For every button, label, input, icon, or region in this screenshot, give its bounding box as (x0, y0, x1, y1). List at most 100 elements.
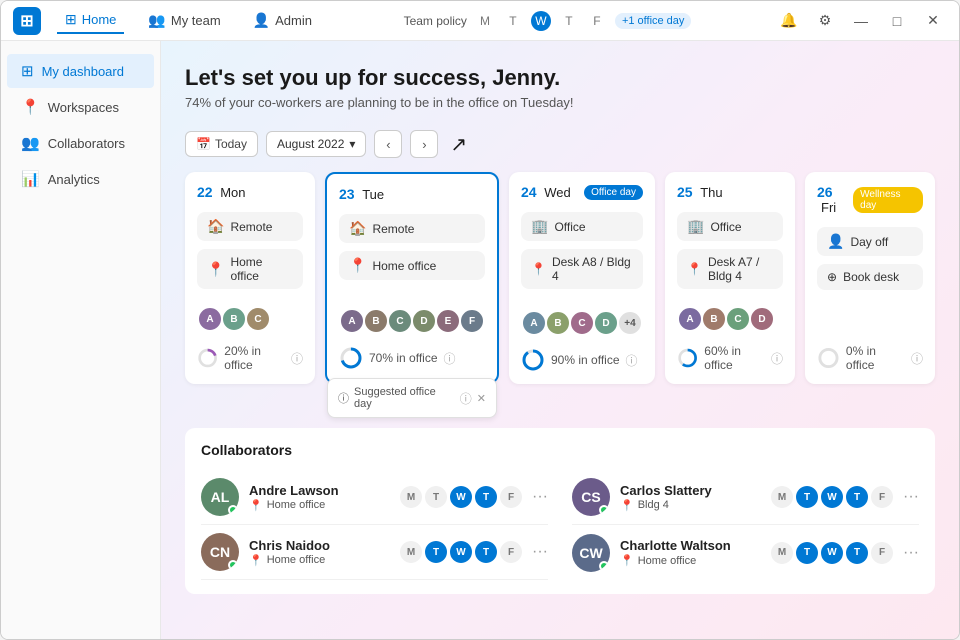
office-pct-tue: 70% in office ⓘ (339, 346, 485, 370)
day-badge: M (400, 541, 422, 563)
avatar: A (339, 308, 365, 334)
tab-admin[interactable]: 👤 Admin (245, 8, 320, 33)
avatar: F (459, 308, 485, 334)
office-icon: 🏢 (531, 218, 548, 235)
avatar: B (701, 306, 727, 332)
location-remote-tue[interactable]: 🏠 Remote (339, 214, 485, 243)
remote-icon: 🏠 (349, 220, 366, 237)
day-card-tue: 23 Tue 🏠 Remote 📍 Home office A (325, 172, 499, 384)
sidebar-item-analytics[interactable]: 📊 Analytics (7, 162, 154, 196)
day-T2[interactable]: T (559, 11, 579, 31)
day-badge: T (796, 486, 818, 508)
avatar: C (725, 306, 751, 332)
tab-home[interactable]: ⊞ Home (57, 7, 124, 34)
cursor-icon: ↗ (450, 132, 467, 157)
info-icon[interactable]: ⓘ (291, 350, 303, 367)
collab-days: M T W T F (400, 541, 522, 563)
title-bar: ⊞ ⊞ Home 👥 My team 👤 Admin Team policy M… (1, 1, 959, 41)
location-office-wed[interactable]: 🏢 Office (521, 212, 643, 241)
close-suggestion-button[interactable]: ✕ (477, 392, 486, 405)
admin-icon: 👤 (253, 12, 270, 29)
desk-thu[interactable]: 📍 Desk A7 / Bldg 4 (677, 249, 783, 289)
day-badge: M (771, 486, 793, 508)
sidebar-item-collaborators[interactable]: 👥 Collaborators (7, 126, 154, 160)
info-icon[interactable]: ⓘ (444, 350, 456, 367)
settings-icon[interactable]: ⚙ (811, 7, 839, 35)
day-badge: F (871, 542, 893, 564)
day-F[interactable]: F (587, 11, 607, 31)
avatars-thu: A B C D (677, 306, 783, 332)
desk-wed[interactable]: 📍 Desk A8 / Bldg 4 (521, 249, 643, 289)
avatars-fri (817, 306, 923, 332)
avatar: C (245, 306, 271, 332)
myteam-icon: 👥 (148, 12, 165, 29)
avatar: CW (572, 534, 610, 572)
day-W[interactable]: W (531, 11, 551, 31)
location-office-thu[interactable]: 🏢 Office (677, 212, 783, 241)
more-options-button[interactable]: ··· (532, 488, 548, 506)
avatar: D (411, 308, 437, 334)
title-bar-tabs: ⊞ ⊞ Home 👥 My team 👤 Admin (13, 7, 320, 35)
plus-icon: ⊕ (827, 270, 837, 284)
collaborator-row: CW Charlotte Waltson 📍 Home office M (572, 525, 919, 580)
next-arrow[interactable]: › (410, 130, 438, 158)
info-icon[interactable]: ⓘ (626, 352, 638, 369)
analytics-icon: 📊 (21, 170, 40, 188)
sidebar-item-workspaces[interactable]: 📍 Workspaces (7, 90, 154, 124)
pct-chart-fri (817, 346, 840, 370)
day-T1[interactable]: T (503, 11, 523, 31)
dashboard-icon: ⊞ (21, 62, 34, 80)
sidebar: ⊞ My dashboard 📍 Workspaces 👥 Collaborat… (1, 41, 161, 639)
collaborators-title: Collaborators (201, 442, 919, 458)
minimize-button[interactable]: — (847, 7, 875, 35)
bookdesk-fri[interactable]: ⊕ Book desk (817, 264, 923, 290)
location-homeoffice-mon[interactable]: 📍 Home office (197, 249, 303, 289)
collab-info: Charlotte Waltson 📍 Home office (620, 538, 761, 567)
day-card-wed: 24 Wed Office day 🏢 Office 📍 Desk A8 / B… (509, 172, 655, 384)
day-badge: T (475, 486, 497, 508)
day-card-thu: 25 Thu 🏢 Office 📍 Desk A7 / Bldg 4 (665, 172, 795, 384)
collaborators-grid: AL Andre Lawson 📍 Home office M (201, 470, 919, 580)
restore-button[interactable]: □ (883, 7, 911, 35)
collab-days: M T W T F (400, 486, 522, 508)
pct-chart-wed (521, 348, 545, 372)
calendar-icon: 📅 (196, 137, 211, 151)
info-icon[interactable]: ⓘ (911, 350, 923, 367)
more-options-button[interactable]: ··· (903, 488, 919, 506)
location-homeoffice-tue[interactable]: 📍 Home office (339, 251, 485, 280)
collaborators-icon: 👥 (21, 134, 40, 152)
office-icon: 🏢 (687, 218, 704, 235)
office-day-tag: Office day (584, 185, 643, 200)
avatar: C (387, 308, 413, 334)
more-options-button[interactable]: ··· (903, 544, 919, 562)
info-icon-suggested: ⓘ (338, 390, 349, 406)
avatar: E (435, 308, 461, 334)
location-icon: 📍 (620, 499, 634, 512)
today-button[interactable]: 📅 Today (185, 131, 258, 157)
notification-icon[interactable]: 🔔 (775, 7, 803, 35)
info-icon-2[interactable]: ⓘ (460, 390, 472, 407)
title-bar-center: Team policy M T W T F +1 office day (404, 11, 692, 31)
month-selector[interactable]: August 2022 ▾ (266, 131, 366, 157)
location-remote-mon[interactable]: 🏠 Remote (197, 212, 303, 241)
tab-myteam[interactable]: 👥 My team (140, 8, 228, 33)
day-M[interactable]: M (475, 11, 495, 31)
title-bar-right: 🔔 ⚙ — □ ✕ (775, 7, 947, 35)
avatar: B (545, 310, 571, 336)
prev-arrow[interactable]: ‹ (374, 130, 402, 158)
avatar: D (749, 306, 775, 332)
day-badge: W (450, 541, 472, 563)
day-badge: M (771, 542, 793, 564)
avatar: C (569, 310, 595, 336)
avatar: B (221, 306, 247, 332)
desk-icon: 📍 (687, 262, 702, 276)
more-options-button[interactable]: ··· (532, 543, 548, 561)
info-icon[interactable]: ⓘ (771, 350, 783, 367)
day-badge: T (475, 541, 497, 563)
location-dayoff-fri[interactable]: 👤 Day off (817, 227, 923, 256)
avatars-mon: A B C (197, 306, 303, 332)
day-cards: 22 Mon 🏠 Remote 📍 Home office A (185, 172, 935, 384)
close-button[interactable]: ✕ (919, 7, 947, 35)
avatars-wed: A B C D +4 (521, 310, 643, 336)
sidebar-item-dashboard[interactable]: ⊞ My dashboard (7, 54, 154, 88)
